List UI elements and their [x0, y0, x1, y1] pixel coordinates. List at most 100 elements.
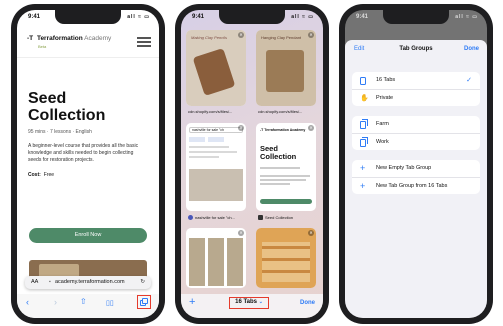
- iphone-tab-overview: 9:41 all ≈ ▭ Making Clay Pencils ✕ cdn.s…: [175, 4, 329, 324]
- new-tab-icon[interactable]: +: [189, 296, 195, 308]
- close-tab-icon[interactable]: ✕: [308, 32, 314, 38]
- row-label: Private: [376, 95, 394, 101]
- tab-overview-toolbar: + 16 Tabs ⌄ Done: [181, 294, 323, 318]
- done-button[interactable]: Done: [464, 46, 479, 52]
- tab-caption: nashville for sale "ch...: [188, 215, 250, 221]
- course-meta: 95 mins · 7 lessons · English: [28, 129, 92, 135]
- brand-name: Terraformation: [36, 35, 83, 42]
- tabs-icon: [360, 137, 368, 147]
- tab-card[interactable]: ✕: [256, 228, 316, 288]
- new-tab-group-from-tabs-button[interactable]: + New Tab Group from 16 Tabs: [352, 177, 480, 194]
- close-tab-icon[interactable]: ✕: [238, 32, 244, 38]
- row-label: New Empty Tab Group: [376, 165, 432, 171]
- tab-group-row-16-tabs[interactable]: 16 Tabs ✓: [352, 72, 480, 89]
- thumb-line: [189, 151, 237, 153]
- close-tab-icon[interactable]: ✕: [238, 230, 244, 236]
- forward-icon[interactable]: ›: [54, 297, 57, 307]
- tab-card[interactable]: Making Clay Pencils ✕: [186, 30, 246, 106]
- status-icons: all ≈ ▭: [291, 14, 314, 20]
- thumb-image: [262, 242, 310, 282]
- status-time: 9:41: [356, 14, 369, 20]
- tab-group-row-private[interactable]: ✋ Private: [352, 89, 480, 106]
- enroll-button[interactable]: Enroll Now: [29, 228, 147, 243]
- course-description: A beginner-level course that provides al…: [28, 143, 139, 163]
- thumb-line: [189, 146, 229, 148]
- bookmarks-icon[interactable]: ▯▯: [106, 299, 114, 307]
- thumb-search-text: nashville for sale "ch: [189, 127, 243, 133]
- thumb-button: [260, 199, 312, 204]
- iphone-tab-groups: 9:41 all ≈ ▭ Tab Groups Edit Done 16 Tab…: [339, 4, 493, 324]
- tab-group-row-farm[interactable]: Farm: [352, 116, 480, 133]
- course-cost: Cost: Free: [28, 172, 148, 178]
- checkmark-icon: ✓: [466, 77, 472, 84]
- iphone-safari: 9:41 all ≈ ▭ -T Terraformation Academy B…: [11, 4, 165, 324]
- thumb-chips: [189, 137, 243, 142]
- tab-thumbnail: Hanging Clay Pendant: [256, 30, 316, 106]
- tab-groups-screen: 9:41 all ≈ ▭ Tab Groups Edit Done 16 Tab…: [345, 10, 487, 318]
- thumb-line: [260, 183, 290, 185]
- notch: [219, 10, 285, 24]
- reader-options-button[interactable]: AA: [31, 279, 38, 285]
- back-icon[interactable]: ‹: [26, 297, 29, 307]
- row-label: New Tab Group from 16 Tabs: [376, 183, 448, 189]
- thumb-image: [266, 50, 304, 92]
- status-time: 9:41: [28, 14, 41, 20]
- tab-count-label: 16 Tabs: [235, 299, 258, 305]
- address-bar[interactable]: AA ▪ academy.terraformation.com ↻: [25, 276, 151, 289]
- lock-icon: ▪: [49, 279, 51, 285]
- tab-card[interactable]: nashville for sale "ch ✕: [186, 123, 246, 211]
- plus-icon: +: [360, 163, 366, 173]
- thumb-title: Seed Collection: [260, 144, 297, 161]
- tab-group-list: 16 Tabs ✓ ✋ Private: [352, 72, 480, 106]
- thumb-image: [189, 169, 243, 201]
- row-label: Work: [376, 139, 389, 145]
- tab-thumbnail: Making Clay Pencils: [186, 30, 246, 106]
- tab-card[interactable]: -T Terraformation Academy Seed Collectio…: [256, 123, 316, 211]
- done-button[interactable]: Done: [300, 300, 315, 306]
- course-hero: Seed Collection 95 mins · 7 lessons · En…: [28, 90, 148, 178]
- chevron-down-icon: ⌄: [258, 299, 263, 305]
- tab-groups-sheet: Tab Groups Edit Done 16 Tabs ✓ ✋ Private: [345, 40, 487, 318]
- safari-toolbar: ‹ › ⇧ ▯▯: [17, 294, 159, 318]
- share-icon[interactable]: ⇧: [80, 297, 87, 306]
- menu-icon[interactable]: [137, 37, 151, 47]
- hand-icon: ✋: [360, 95, 369, 102]
- thumb-logo: -T Terraformation Academy: [260, 128, 306, 132]
- notch: [55, 10, 121, 24]
- plus-icon: +: [360, 181, 366, 191]
- new-group-actions: + New Empty Tab Group + New Tab Group fr…: [352, 160, 480, 194]
- status-icons: all ≈ ▭: [455, 14, 478, 20]
- thumb-image: [192, 48, 236, 96]
- thumb-title: Hanging Clay Pendant: [261, 35, 302, 40]
- favicon-icon: [188, 215, 193, 221]
- tab-caption: cdn.shopify.com/s/files/...: [258, 109, 303, 114]
- cost-value: Free: [43, 172, 55, 178]
- phone-icon: [360, 77, 366, 85]
- favicon-icon: [258, 215, 263, 221]
- close-tab-icon[interactable]: ✕: [308, 125, 314, 131]
- close-tab-icon[interactable]: ✕: [238, 125, 244, 131]
- tab-group-row-work[interactable]: Work: [352, 133, 480, 150]
- tabs-icon: [360, 119, 368, 129]
- new-empty-tab-group-button[interactable]: + New Empty Tab Group: [352, 160, 480, 177]
- site-logo[interactable]: -T Terraformation Academy Beta: [27, 35, 112, 49]
- edit-button[interactable]: Edit: [354, 46, 364, 52]
- reload-icon[interactable]: ↻: [140, 279, 145, 285]
- brand-suffix: Academy: [84, 35, 112, 42]
- row-label: Farm: [376, 121, 389, 127]
- close-tab-icon[interactable]: ✕: [308, 230, 314, 236]
- tab-thumbnail: [256, 228, 316, 288]
- page-title: Seed Collection: [28, 90, 106, 124]
- address-url[interactable]: academy.terraformation.com: [55, 279, 125, 285]
- thumb-line: [189, 156, 219, 158]
- beta-badge: Beta: [38, 44, 47, 49]
- tab-card[interactable]: ✕: [186, 228, 246, 288]
- tab-card[interactable]: Hanging Clay Pendant ✕: [256, 30, 316, 106]
- safari-screen: 9:41 all ≈ ▭ -T Terraformation Academy B…: [17, 10, 159, 318]
- tabs-button[interactable]: [137, 295, 151, 309]
- notch: [383, 10, 449, 24]
- thumb-line: [260, 175, 310, 177]
- row-label: 16 Tabs: [376, 77, 396, 83]
- thumb-title: Making Clay Pencils: [191, 35, 228, 40]
- tab-groups-button[interactable]: 16 Tabs ⌄: [229, 297, 269, 309]
